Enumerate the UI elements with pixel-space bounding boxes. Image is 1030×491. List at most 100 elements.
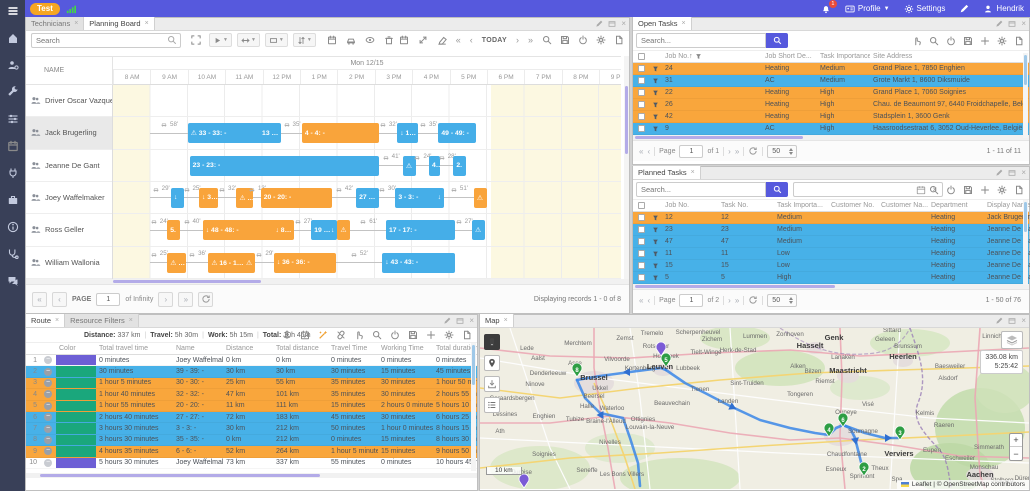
task-bar[interactable]: ↓ 48 - 48: -↓ 8… [203, 220, 295, 240]
sidebar-item-briefcase[interactable] [6, 193, 20, 207]
task-bar[interactable]: ⚠ [474, 188, 487, 208]
layers-button[interactable] [1001, 331, 1023, 349]
row-checkbox[interactable] [638, 214, 645, 221]
page-input[interactable] [679, 294, 703, 307]
resize-icon[interactable] [418, 35, 428, 45]
map-download-button[interactable] [484, 376, 500, 392]
next-page-button[interactable]: › [158, 292, 173, 307]
row-checkbox[interactable] [638, 226, 645, 233]
column-header[interactable]: Job No. [662, 200, 718, 211]
user-menu[interactable]: Hendrik [983, 4, 1024, 14]
report-icon[interactable] [1014, 185, 1024, 195]
select-all-checkbox[interactable] [638, 202, 645, 209]
last-page-button[interactable]: » [735, 296, 739, 305]
column-header[interactable]: Task No. [718, 200, 774, 211]
refresh-icon[interactable] [748, 146, 758, 156]
power-icon[interactable] [578, 35, 588, 45]
column-header[interactable]: Department [928, 200, 984, 211]
map-canvas[interactable]: LedeAalstMerchtemAsseVilvoordeKortenberg… [480, 328, 1029, 489]
row-checkbox[interactable] [638, 238, 645, 245]
plus-icon[interactable] [980, 36, 990, 46]
resource-row-name[interactable]: William Wallonia [26, 247, 112, 279]
collapse-row-icon[interactable]: − [44, 356, 52, 364]
sidebar-item-home[interactable] [6, 31, 20, 45]
backward-button[interactable]: ‹ [470, 35, 473, 45]
edit-panel-icon[interactable] [995, 20, 1003, 28]
collapse-row-icon[interactable]: − [44, 379, 52, 387]
settings-button[interactable]: Settings [904, 4, 946, 14]
tab-resource-filters[interactable]: Resource Filters× [65, 314, 139, 327]
rect-tool-dropdown[interactable]: ▼ [265, 33, 288, 47]
notifications-button[interactable]: 1 [821, 4, 831, 14]
row-checkbox[interactable] [638, 101, 645, 108]
sidebar-item-chat[interactable] [6, 274, 20, 288]
forward-button[interactable]: › [516, 35, 519, 45]
map-mobile-button[interactable] [484, 334, 500, 350]
search-button[interactable] [766, 182, 788, 197]
table-row[interactable]: 1212MediumHeatingJack Brugerling [633, 212, 1029, 224]
sort-dropdown[interactable]: ▼ [293, 33, 316, 47]
sidebar-item-sliders[interactable] [6, 112, 20, 126]
table-row[interactable]: 8−3 hours 30 minutes35 - 35: -0 km212 km… [26, 435, 477, 446]
row-checkbox[interactable] [638, 77, 645, 84]
map-list-button[interactable] [484, 397, 500, 413]
table-row[interactable]: 31ACMediumGrote Markt 1, 8600 Diksmuide [633, 75, 1029, 87]
save-icon[interactable] [408, 330, 418, 340]
collapse-row-icon[interactable]: − [44, 447, 52, 455]
table-row[interactable]: 1111LowHeatingJeanne De Gant [633, 248, 1029, 260]
fast-forward-button[interactable]: » [528, 35, 533, 45]
close-icon[interactable]: × [129, 317, 133, 324]
column-header[interactable]: Total distance [273, 343, 328, 354]
table-row[interactable]: 24HeatingMediumGrand Place 1, 7850 Enghi… [633, 63, 1029, 75]
gear-icon[interactable] [444, 330, 454, 340]
resource-row-name[interactable]: Ross Geller [26, 214, 112, 246]
task-bar[interactable]: 4 - 4: - [302, 123, 379, 143]
page-input[interactable] [96, 293, 120, 306]
gear-icon[interactable] [997, 185, 1007, 195]
table-row[interactable]: 6−2 hours 40 minutes27 - 27: -72 km183 k… [26, 412, 477, 423]
report-icon[interactable] [1014, 36, 1024, 46]
tab-map[interactable]: Map× [480, 314, 514, 327]
task-bar[interactable]: 20 - 20: - [261, 188, 332, 208]
column-header[interactable]: Task Importa... [774, 200, 828, 211]
table-row[interactable]: 10−5 hours 30 minutesJoey Waffelmaker73 … [26, 458, 477, 469]
window-icon[interactable] [456, 317, 464, 325]
sidebar-item-hamburger[interactable] [6, 4, 20, 18]
power-icon[interactable] [946, 36, 956, 46]
last-page-button[interactable]: » [735, 147, 739, 156]
window-icon[interactable] [1008, 20, 1016, 28]
search-icon[interactable] [929, 36, 939, 46]
column-header[interactable]: Task Importance [817, 51, 870, 62]
search-icon[interactable] [372, 330, 382, 340]
collapse-row-icon[interactable]: − [44, 368, 52, 376]
search-icon[interactable] [542, 35, 552, 45]
resource-row-name[interactable]: Jack Brugerling [26, 117, 112, 149]
collapse-row-icon[interactable]: − [44, 425, 52, 433]
sidebar-item-user-gear[interactable] [6, 58, 20, 72]
column-header[interactable]: Site Address [870, 51, 1028, 62]
anchor-icon[interactable] [282, 330, 292, 340]
sidebar-item-info[interactable] [6, 220, 20, 234]
collapse-row-icon[interactable]: − [44, 436, 52, 444]
task-bar[interactable]: 27 … [356, 188, 378, 208]
resource-row-name[interactable]: Driver Oscar Vazquez [26, 85, 112, 117]
horizontal-scrollbar[interactable] [26, 473, 477, 478]
zoom-in-button[interactable]: + [1010, 434, 1022, 447]
sidebar-item-plug[interactable] [6, 166, 20, 180]
close-icon[interactable]: × [74, 20, 78, 27]
task-bar[interactable]: 2. [453, 156, 466, 176]
prev-page-button[interactable]: ‹ [647, 296, 650, 305]
column-header[interactable]: Customer No. [828, 200, 878, 211]
table-row[interactable]: 3−1 hour 5 minutes30 - 30: -25 km55 km35… [26, 378, 477, 389]
power-icon[interactable] [390, 330, 400, 340]
close-panel-icon[interactable]: × [1021, 168, 1026, 177]
task-bar[interactable]: 49 - 49: - [438, 123, 475, 143]
edit-panel-icon[interactable] [595, 20, 603, 28]
search-input[interactable] [31, 33, 181, 48]
task-bar[interactable]: ↓ 36 - 36: - [274, 253, 336, 273]
edit-panel-icon[interactable] [995, 317, 1003, 325]
close-panel-icon[interactable]: × [621, 19, 626, 28]
column-header[interactable]: Color [56, 343, 96, 354]
first-page-button[interactable]: « [639, 147, 643, 156]
table-row[interactable]: 7−3 hours 30 minutes3 - 3: -30 km212 km5… [26, 423, 477, 434]
